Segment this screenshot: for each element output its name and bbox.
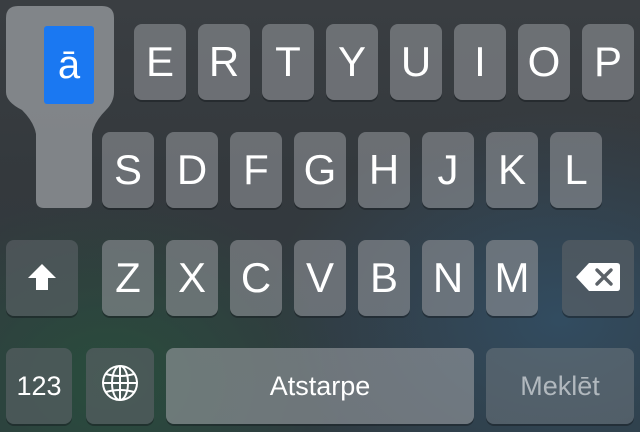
shift-key[interactable]: [6, 240, 78, 316]
numbers-key[interactable]: 123: [6, 348, 72, 424]
accent-popup: ā: [6, 6, 114, 208]
key-g[interactable]: G: [294, 132, 346, 208]
key-o[interactable]: O: [518, 24, 570, 100]
delete-key[interactable]: [562, 240, 634, 316]
space-bar[interactable]: Atstarpe: [166, 348, 474, 424]
key-t[interactable]: T: [262, 24, 314, 100]
key-x[interactable]: X: [166, 240, 218, 316]
shift-icon: [26, 257, 58, 299]
key-v[interactable]: V: [294, 240, 346, 316]
key-i[interactable]: I: [454, 24, 506, 100]
key-b[interactable]: B: [358, 240, 410, 316]
key-z[interactable]: Z: [102, 240, 154, 316]
accent-option-a-macron[interactable]: ā: [44, 26, 94, 104]
key-s[interactable]: S: [102, 132, 154, 208]
key-c[interactable]: C: [230, 240, 282, 316]
key-e[interactable]: E: [134, 24, 186, 100]
key-p[interactable]: P: [582, 24, 634, 100]
key-r[interactable]: R: [198, 24, 250, 100]
key-y[interactable]: Y: [326, 24, 378, 100]
key-m[interactable]: M: [486, 240, 538, 316]
key-d[interactable]: D: [166, 132, 218, 208]
globe-key[interactable]: [86, 348, 154, 424]
key-j[interactable]: J: [422, 132, 474, 208]
key-l[interactable]: L: [550, 132, 602, 208]
search-key[interactable]: Meklēt: [486, 348, 634, 424]
delete-icon: [575, 257, 621, 299]
key-n[interactable]: N: [422, 240, 474, 316]
key-k[interactable]: K: [486, 132, 538, 208]
key-u[interactable]: U: [390, 24, 442, 100]
key-f[interactable]: F: [230, 132, 282, 208]
globe-icon: [100, 363, 140, 410]
key-h[interactable]: H: [358, 132, 410, 208]
